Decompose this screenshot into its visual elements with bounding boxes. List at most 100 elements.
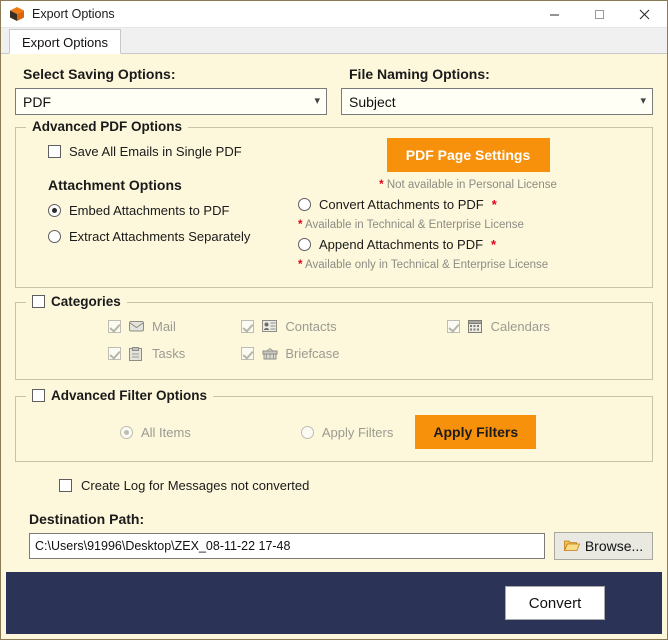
categories-grid: Mail Tasks Contacts Briefcase Calendars (26, 311, 642, 375)
embed-attachments-radio[interactable]: Embed Attachments to PDF (48, 203, 294, 218)
destination-path-input[interactable]: C:\Users\91996\Desktop\ZEX_08-11-22 17-4… (29, 533, 545, 559)
radio-icon (300, 425, 314, 439)
save-single-pdf-label: Save All Emails in Single PDF (69, 144, 242, 159)
all-items-radio[interactable]: All Items (26, 425, 191, 440)
mail-icon (129, 320, 144, 334)
browse-button[interactable]: Browse... (554, 532, 653, 560)
browse-button-label: Browse... (584, 538, 644, 554)
advanced-pdf-options-legend: Advanced PDF Options (26, 119, 189, 134)
extract-attachments-radio[interactable]: Extract Attachments Separately (48, 229, 294, 244)
chevron-down-icon: ▾ (314, 95, 320, 107)
checkbox-icon (241, 347, 255, 360)
radio-icon (298, 238, 311, 251)
contacts-icon (262, 319, 278, 334)
category-contacts[interactable]: Contacts (231, 319, 436, 334)
category-tasks[interactable]: Tasks (26, 346, 231, 361)
all-items-label: All Items (141, 424, 191, 440)
apply-filters-radio-label: Apply Filters (321, 424, 394, 440)
categories-label: Categories (51, 294, 121, 309)
append-attachments-radio[interactable]: Append Attachments to PDF * (294, 237, 642, 252)
advanced-filter-label: Advanced Filter Options (51, 388, 208, 403)
categories-checkbox-icon (32, 295, 45, 308)
file-naming-value: Subject (349, 93, 396, 110)
calendar-icon (467, 319, 483, 334)
saving-options-group: Select Saving Options: PDF ▾ (15, 64, 327, 115)
apply-filters-button[interactable]: Apply Filters (415, 415, 537, 449)
window-title: Export Options (32, 7, 115, 21)
asterisk-icon: * (491, 237, 497, 252)
category-briefcase-label: Briefcase (285, 346, 340, 361)
category-calendars-label: Calendars (490, 319, 550, 334)
create-log-checkbox[interactable]: Create Log for Messages not converted (59, 478, 653, 493)
footer-bar: Convert (6, 572, 662, 634)
top-options-row: Select Saving Options: PDF ▾ File Naming… (15, 64, 653, 115)
chevron-down-icon: ▾ (640, 95, 646, 107)
checkbox-icon (48, 145, 61, 158)
embed-attachments-label: Embed Attachments to PDF (69, 203, 230, 218)
personal-license-note-text: Not available in Personal License (386, 179, 557, 191)
advanced-filter-legend[interactable]: Advanced Filter Options (26, 388, 214, 403)
radio-icon (120, 425, 133, 439)
category-tasks-label: Tasks (152, 346, 186, 361)
radio-icon (48, 204, 61, 217)
save-single-pdf-checkbox[interactable]: Save All Emails in Single PDF (48, 144, 294, 159)
apply-filters-radio[interactable]: Apply Filters (191, 424, 394, 440)
create-log-label: Create Log for Messages not converted (81, 478, 310, 493)
checkbox-icon (446, 320, 460, 333)
radio-icon (298, 198, 311, 211)
categories-group: Categories Mail Tasks Contacts Briefcase… (15, 294, 653, 380)
radio-icon (48, 230, 61, 243)
main-content: Select Saving Options: PDF ▾ File Naming… (1, 54, 667, 562)
saving-options-select[interactable]: PDF ▾ (15, 88, 327, 115)
close-button[interactable] (622, 1, 667, 27)
saving-options-label: Select Saving Options: (23, 66, 176, 82)
maximize-button[interactable] (577, 1, 622, 27)
attachment-options-heading: Attachment Options (48, 177, 182, 193)
asterisk-icon: * (491, 197, 497, 212)
tasks-icon (129, 346, 144, 361)
advanced-pdf-options-group: Advanced PDF Options Save All Emails in … (15, 119, 653, 288)
filter-checkbox-icon (32, 389, 45, 402)
checkbox-icon (108, 320, 121, 333)
file-naming-select[interactable]: Subject ▾ (341, 88, 653, 115)
tab-strip: Export Options (1, 28, 667, 54)
saving-options-value: PDF (23, 93, 51, 110)
pdf-page-settings-button[interactable]: PDF Page Settings (386, 138, 550, 172)
folder-open-icon (563, 539, 580, 553)
category-mail-label: Mail (152, 319, 176, 334)
destination-path-row: C:\Users\91996\Desktop\ZEX_08-11-22 17-4… (15, 532, 653, 560)
file-naming-label: File Naming Options: (349, 66, 490, 82)
extract-attachments-label: Extract Attachments Separately (69, 229, 251, 244)
asterisk-icon: * (298, 259, 303, 271)
window-controls (532, 1, 667, 27)
category-briefcase[interactable]: Briefcase (231, 346, 436, 361)
checkbox-icon (108, 347, 121, 360)
convert-license-note-text: Available in Technical & Enterprise Lice… (305, 219, 524, 231)
category-mail[interactable]: Mail (26, 319, 231, 334)
category-contacts-label: Contacts (285, 319, 337, 334)
append-license-note: * Available only in Technical & Enterpri… (298, 259, 642, 271)
advanced-pdf-options-label: Advanced PDF Options (32, 119, 183, 134)
export-options-window: Export Options Export Options Select Sav… (0, 0, 668, 640)
append-license-note-text: Available only in Technical & Enterprise… (305, 259, 549, 271)
checkbox-icon (241, 320, 255, 333)
briefcase-icon (262, 347, 278, 361)
advanced-filter-options-group: Advanced Filter Options All Items Apply … (15, 388, 653, 462)
append-attachments-label: Append Attachments to PDF (319, 237, 484, 252)
asterisk-icon: * (298, 219, 303, 231)
file-naming-group: File Naming Options: Subject ▾ (341, 64, 653, 115)
convert-attachments-label: Convert Attachments to PDF (319, 197, 484, 212)
convert-attachments-radio[interactable]: Convert Attachments to PDF * (294, 197, 642, 212)
categories-legend[interactable]: Categories (26, 294, 127, 309)
title-bar: Export Options (1, 1, 667, 28)
app-box-icon (9, 6, 25, 22)
personal-license-note: * Not available in Personal License (294, 179, 642, 191)
minimize-button[interactable] (532, 1, 577, 27)
tab-export-options[interactable]: Export Options (9, 29, 121, 54)
checkbox-icon (59, 479, 72, 492)
convert-button[interactable]: Convert (505, 586, 605, 620)
asterisk-icon: * (379, 179, 384, 191)
category-calendars[interactable]: Calendars (437, 319, 642, 334)
destination-path-label: Destination Path: (29, 511, 145, 527)
convert-license-note: * Available in Technical & Enterprise Li… (298, 219, 642, 231)
